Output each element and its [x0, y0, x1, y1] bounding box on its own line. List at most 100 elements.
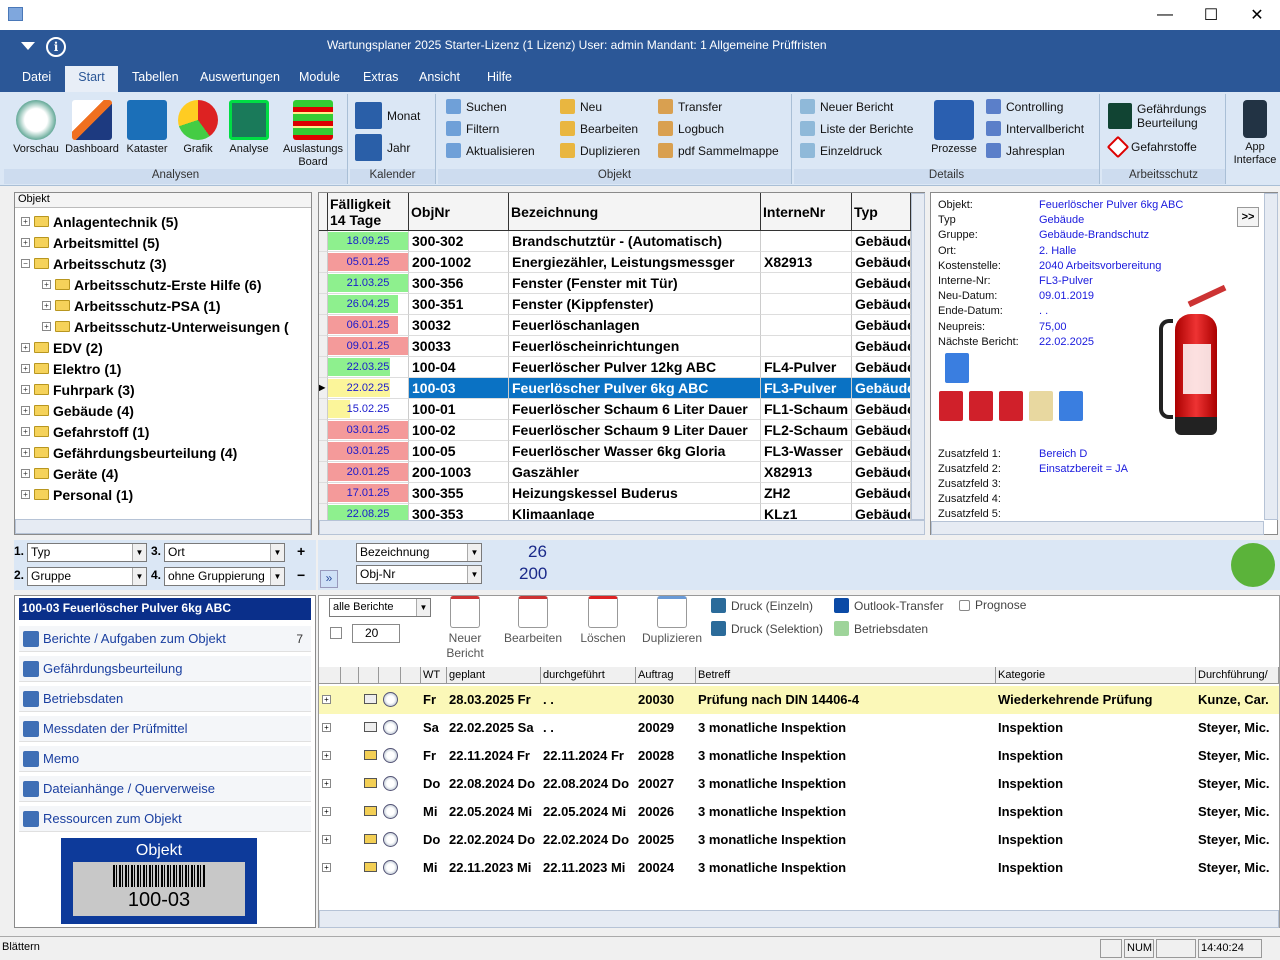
duplizieren-button[interactable]: Duplizieren [639, 596, 705, 646]
detail-value[interactable]: FL3-Pulver [1039, 275, 1093, 287]
tree-node[interactable]: + Gefährdungsbeurteilung (4) [21, 442, 237, 463]
menu-ansicht[interactable]: Ansicht [411, 66, 468, 92]
column-header[interactable]: Durchführung/ [1196, 667, 1279, 684]
info-icon[interactable]: i [46, 37, 66, 57]
maximize-button[interactable]: ☐ [1188, 0, 1234, 30]
row-selector[interactable] [319, 420, 328, 441]
table-row[interactable]: 09.01.25 30033 Feuerlöscheinrichtungen Gebä… [319, 336, 911, 357]
report-row[interactable]: + Fr 28.03.2025 Fr . . 20030 Prüfung nach DIN… [319, 686, 1279, 714]
nav-item[interactable]: Ressourcen zum Objekt [19, 806, 311, 832]
row-selector[interactable] [319, 315, 328, 336]
row-selector[interactable] [319, 441, 328, 462]
menu-datei[interactable]: Datei [14, 66, 59, 92]
row-selector[interactable] [319, 462, 328, 483]
detail-value[interactable]: 2040 Arbeitsvorbereitung [1039, 260, 1161, 272]
object-table-horizontal-scrollbar[interactable] [319, 520, 925, 535]
logbuch-button[interactable]: Logbuch [658, 121, 724, 136]
report-row[interactable]: + Sa 22.02.2025 Sa . . 20029 3 monatliche Ins… [319, 714, 1279, 742]
close-button[interactable]: ✕ [1234, 0, 1280, 30]
row-selector[interactable] [319, 231, 328, 252]
column-header[interactable]: Betreff [696, 667, 996, 684]
bearbeiten-button[interactable]: Bearbeiten [501, 596, 565, 646]
row-selector[interactable] [319, 399, 328, 420]
nav-item[interactable]: Gefährdungsbeurteilung [19, 656, 311, 682]
expand-toggle-icon[interactable]: + [42, 301, 51, 310]
neuer-bericht-button[interactable]: Neuer Bericht [800, 99, 893, 114]
druck-selektion-button[interactable]: Druck (Selektion) [711, 621, 823, 636]
column-header[interactable]: durchgeführt [541, 667, 636, 684]
neu-button[interactable]: Neu [560, 99, 602, 114]
pdf-attachment-icon[interactable] [999, 391, 1023, 421]
map-attachment-icon[interactable] [1029, 391, 1053, 421]
quick-access-dropdown-icon[interactable] [21, 42, 35, 50]
expand-row-icon[interactable]: + [322, 863, 331, 872]
detail-value[interactable]: Gebäude-Brandschutz [1039, 229, 1149, 241]
column-header[interactable] [359, 667, 379, 684]
add-group-button[interactable]: + [297, 543, 305, 559]
gefahrstoffe-button[interactable]: Gefahrstoffe [1106, 135, 1197, 159]
limit-stepper[interactable]: 20 [352, 624, 400, 643]
doc-attachment-icon[interactable] [945, 353, 969, 383]
druck-einzeln-button[interactable]: Druck (Einzeln) [711, 598, 813, 613]
tree-node[interactable]: + Gefahrstoff (1) [21, 421, 149, 442]
column-header[interactable] [379, 667, 401, 684]
liste-der-berichte-button[interactable]: Liste der Berichte [800, 121, 913, 136]
row-selector[interactable] [319, 336, 328, 357]
column-header[interactable]: WT [421, 667, 447, 684]
neuer-bericht-button[interactable]: Neuer Bericht [441, 596, 489, 661]
monat-button[interactable]: Monat [355, 102, 420, 129]
bearbeiten-button[interactable]: Bearbeiten [560, 121, 638, 136]
column-header[interactable]: Bezeichnung [509, 193, 761, 231]
auslastungs-board-button[interactable]: Auslastungs Board [280, 100, 346, 169]
pdf-sammelmappe-button[interactable]: pdf Sammelmappe [658, 143, 779, 158]
löschen-button[interactable]: Löschen [575, 596, 631, 646]
group-1-select[interactable]: Typ ▼ [27, 543, 147, 562]
group-2-select[interactable]: Gruppe ▼ [27, 567, 147, 586]
table-row[interactable]: 22.03.25 100-04 Feuerlöscher Pulver 12kg A… [319, 357, 911, 378]
menu-hilfe[interactable]: Hilfe [479, 66, 520, 92]
group-4-select[interactable]: ohne Gruppierung ▼ [164, 567, 285, 586]
table-row[interactable]: 21.03.25 300-356 Fenster (Fenster mit Tür)… [319, 273, 911, 294]
grafik-button[interactable]: Grafik [174, 100, 222, 156]
intervallbericht-button[interactable]: Intervallbericht [986, 121, 1084, 136]
report-row[interactable]: + Fr 22.11.2024 Fr 22.11.2024 Fr 20028 3 mona… [319, 742, 1279, 770]
kataster-button[interactable]: Kataster [122, 100, 172, 156]
pdf-attachment-icon[interactable] [969, 391, 993, 421]
menu-auswertungen[interactable]: Auswertungen [192, 66, 288, 92]
expand-row-icon[interactable]: + [322, 779, 331, 788]
table-row[interactable]: 18.09.25 300-302 Brandschutztür - (Automat… [319, 231, 911, 252]
detail-value[interactable]: 2. Halle [1039, 245, 1076, 257]
doc-attachment-icon[interactable] [1059, 391, 1083, 421]
table-row[interactable]: 06.01.25 30032 Feuerlöschanlagen Gebäude [319, 315, 911, 336]
expand-toggle-icon[interactable]: − [21, 259, 30, 268]
betriebsdaten-button[interactable]: Betriebsdaten [834, 621, 928, 636]
expand-row-icon[interactable]: + [322, 835, 331, 844]
table-row[interactable]: 05.01.25 200-1002 Energiezähler, Leistungs… [319, 252, 911, 273]
tree-node[interactable]: + EDV (2) [21, 337, 103, 358]
column-header[interactable]: Auftrag [636, 667, 696, 684]
row-selector[interactable] [319, 252, 328, 273]
tree-node[interactable]: + Gebäude (4) [21, 400, 134, 421]
column-header[interactable] [401, 667, 421, 684]
column-header[interactable]: geplant [447, 667, 541, 684]
nav-item[interactable]: Betriebsdaten [19, 686, 311, 712]
expand-toggle-icon[interactable]: + [21, 448, 30, 457]
minimize-button[interactable]: — [1142, 0, 1188, 30]
row-selector[interactable] [319, 357, 328, 378]
expand-row-icon[interactable]: + [322, 695, 331, 704]
expand-row-icon[interactable]: + [322, 807, 331, 816]
menu-module[interactable]: Module [291, 66, 348, 92]
expand-toggle-icon[interactable]: + [21, 364, 30, 373]
table-row[interactable]: 26.04.25 300-351 Fenster (Kippfenster) Gebä… [319, 294, 911, 315]
sort-1-select[interactable]: Bezeichnung ▼ [356, 543, 482, 562]
tree-node[interactable]: + Fuhrpark (3) [21, 379, 135, 400]
expand-toggle-icon[interactable]: + [21, 343, 30, 352]
expand-toggle-icon[interactable]: + [42, 322, 51, 331]
jahresplan-button[interactable]: Jahresplan [986, 143, 1065, 158]
object-table-vertical-scrollbar[interactable] [911, 193, 925, 520]
column-header[interactable]: Typ [852, 193, 911, 231]
table-row[interactable]: 03.01.25 100-05 Feuerlöscher Wasser 6kg Gl… [319, 441, 911, 462]
tree-node[interactable]: + Arbeitsschutz-Unterweisungen ( [42, 316, 289, 337]
tree-node[interactable]: + Arbeitsschutz-Erste Hilfe (6) [42, 274, 261, 295]
app-interface-button[interactable]: App Interface [1232, 100, 1278, 167]
